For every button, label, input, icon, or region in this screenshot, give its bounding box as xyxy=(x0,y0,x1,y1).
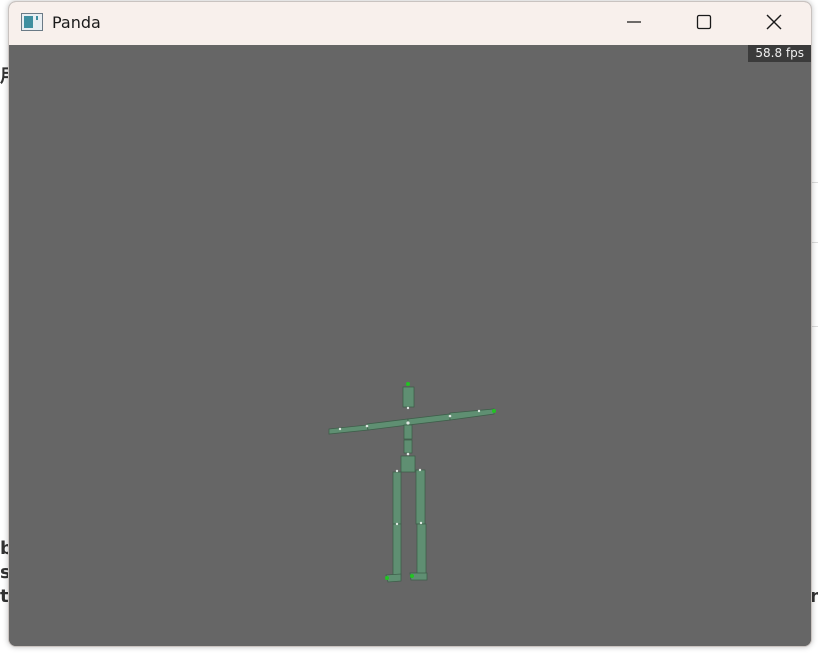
skeleton-right-shin xyxy=(416,523,427,577)
skeleton-head xyxy=(402,386,415,408)
skeleton-joint xyxy=(448,414,452,418)
skeleton-joint xyxy=(418,468,422,472)
skeleton-joint xyxy=(365,424,369,428)
skeleton-pelvis xyxy=(400,455,416,473)
skeleton-left-upper-arm xyxy=(366,418,409,431)
skeleton-left-forearm xyxy=(328,424,369,435)
skeleton-joint xyxy=(406,421,410,425)
app-icon xyxy=(21,13,43,31)
skeleton-joint xyxy=(477,409,481,413)
skeleton-joint xyxy=(406,452,410,456)
skeleton-spine xyxy=(403,439,413,454)
skeleton-end-effector xyxy=(410,574,414,578)
skeleton-left-thigh xyxy=(392,471,402,525)
skeleton-right-thigh xyxy=(415,469,426,525)
skeleton-joint xyxy=(338,427,342,431)
title-bar[interactable]: Panda xyxy=(9,2,811,45)
3d-viewport[interactable]: 58.8 fps xyxy=(9,45,811,646)
skeleton-end-effector xyxy=(385,576,389,580)
panda-window: Panda 58.8 fps xyxy=(8,1,812,647)
skeleton-chest xyxy=(403,424,413,440)
skeleton-right-forearm xyxy=(449,408,495,421)
skeleton-end-effector xyxy=(492,409,496,413)
minimize-icon xyxy=(626,14,642,34)
skeleton-model xyxy=(328,382,496,583)
minimize-button[interactable] xyxy=(599,2,669,45)
skeleton-joint xyxy=(406,406,410,410)
skeleton-joint xyxy=(419,521,423,525)
maximize-icon xyxy=(696,14,712,34)
skeleton-joint xyxy=(395,522,399,526)
skeleton-left-shin xyxy=(392,523,402,577)
window-title: Panda xyxy=(52,13,101,32)
maximize-button[interactable] xyxy=(669,2,739,45)
skeleton-right-upper-arm xyxy=(407,413,451,426)
skeleton-joint xyxy=(395,469,399,473)
skeleton-end-effector xyxy=(406,382,410,386)
close-icon xyxy=(765,13,783,35)
close-button[interactable] xyxy=(739,2,809,45)
